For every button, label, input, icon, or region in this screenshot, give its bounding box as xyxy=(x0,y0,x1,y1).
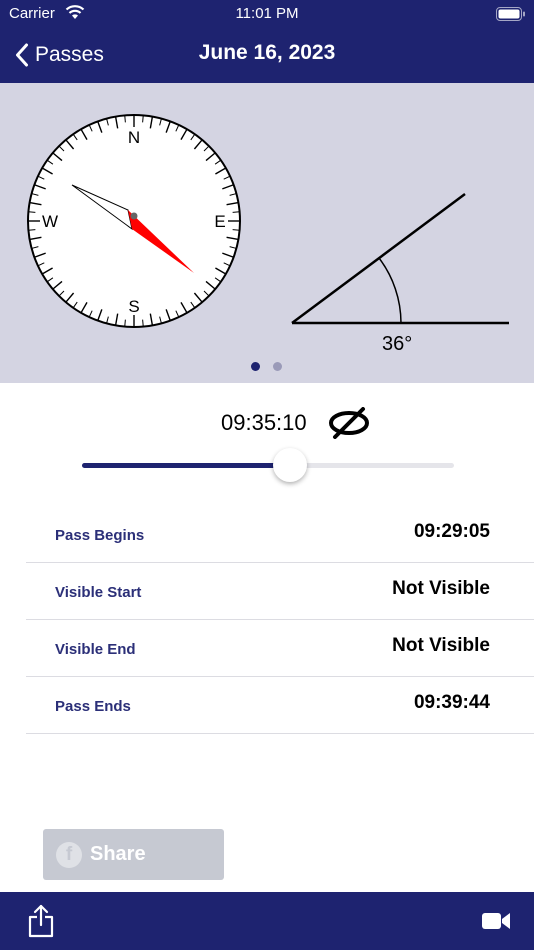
pass-begins-value: 09:29:05 xyxy=(413,521,490,542)
page-title: June 16, 2023 xyxy=(0,41,534,65)
share-icon[interactable] xyxy=(28,904,54,938)
time-slider[interactable] xyxy=(82,448,454,484)
elevation-angle-label: 36° xyxy=(382,333,413,355)
current-time: 09:35:10 xyxy=(221,410,307,435)
compass-south: S xyxy=(128,297,139,316)
eye-slash-icon xyxy=(329,407,369,439)
compass-tick xyxy=(124,115,126,123)
compass-tick xyxy=(28,229,36,231)
compass-east: E xyxy=(214,212,225,231)
pass-diagram-panel[interactable]: N E S W 36° xyxy=(0,83,534,383)
list-item: Visible Start Not Visible xyxy=(26,563,534,620)
compass-tick xyxy=(232,211,240,213)
facebook-icon: f xyxy=(56,841,82,868)
pass-details-list: Pass Begins 09:29:05 Visible Start Not V… xyxy=(26,506,534,734)
list-item: Pass Ends 09:39:44 xyxy=(26,677,534,734)
pass-ends-value: 09:39:44 xyxy=(413,692,490,713)
compass-tick xyxy=(124,319,126,327)
list-item: Pass Begins 09:29:05 xyxy=(26,506,534,563)
slider-thumb[interactable] xyxy=(273,448,308,482)
pass-begins-label: Pass Begins xyxy=(55,527,145,544)
compass-tick xyxy=(142,115,144,123)
battery-icon xyxy=(496,7,525,21)
share-button-label: Share xyxy=(90,843,146,865)
visible-start-value: Not Visible xyxy=(392,578,490,599)
page-indicator-dot-2[interactable] xyxy=(273,362,282,371)
navigation-bar: Passes June 16, 2023 xyxy=(0,28,534,83)
elevation-angle-diagram xyxy=(291,192,509,325)
compass: N E S W xyxy=(27,114,241,328)
compass-west: W xyxy=(42,212,58,231)
compass-tick xyxy=(28,211,36,213)
pass-ends-label: Pass Ends xyxy=(55,698,131,715)
page-indicator-dot-1[interactable] xyxy=(251,362,260,371)
bottom-toolbar xyxy=(0,892,534,950)
visible-start-label: Visible Start xyxy=(55,584,142,601)
list-item: Visible End Not Visible xyxy=(26,620,534,677)
video-camera-icon[interactable] xyxy=(482,912,510,930)
compass-north: N xyxy=(128,128,140,147)
visible-end-label: Visible End xyxy=(55,641,136,658)
page-title-text: June 16, 2023 xyxy=(198,41,336,64)
status-time: 11:01 PM xyxy=(235,5,299,22)
slider-fill xyxy=(82,463,291,468)
current-time-row: 09:35:10 xyxy=(0,405,534,441)
visible-end-value: Not Visible xyxy=(392,635,490,656)
status-bar: Carrier 11:01 PM xyxy=(0,0,534,28)
compass-tick xyxy=(142,319,144,327)
compass-tick xyxy=(232,229,240,231)
facebook-share-button[interactable]: f Share xyxy=(43,829,224,880)
